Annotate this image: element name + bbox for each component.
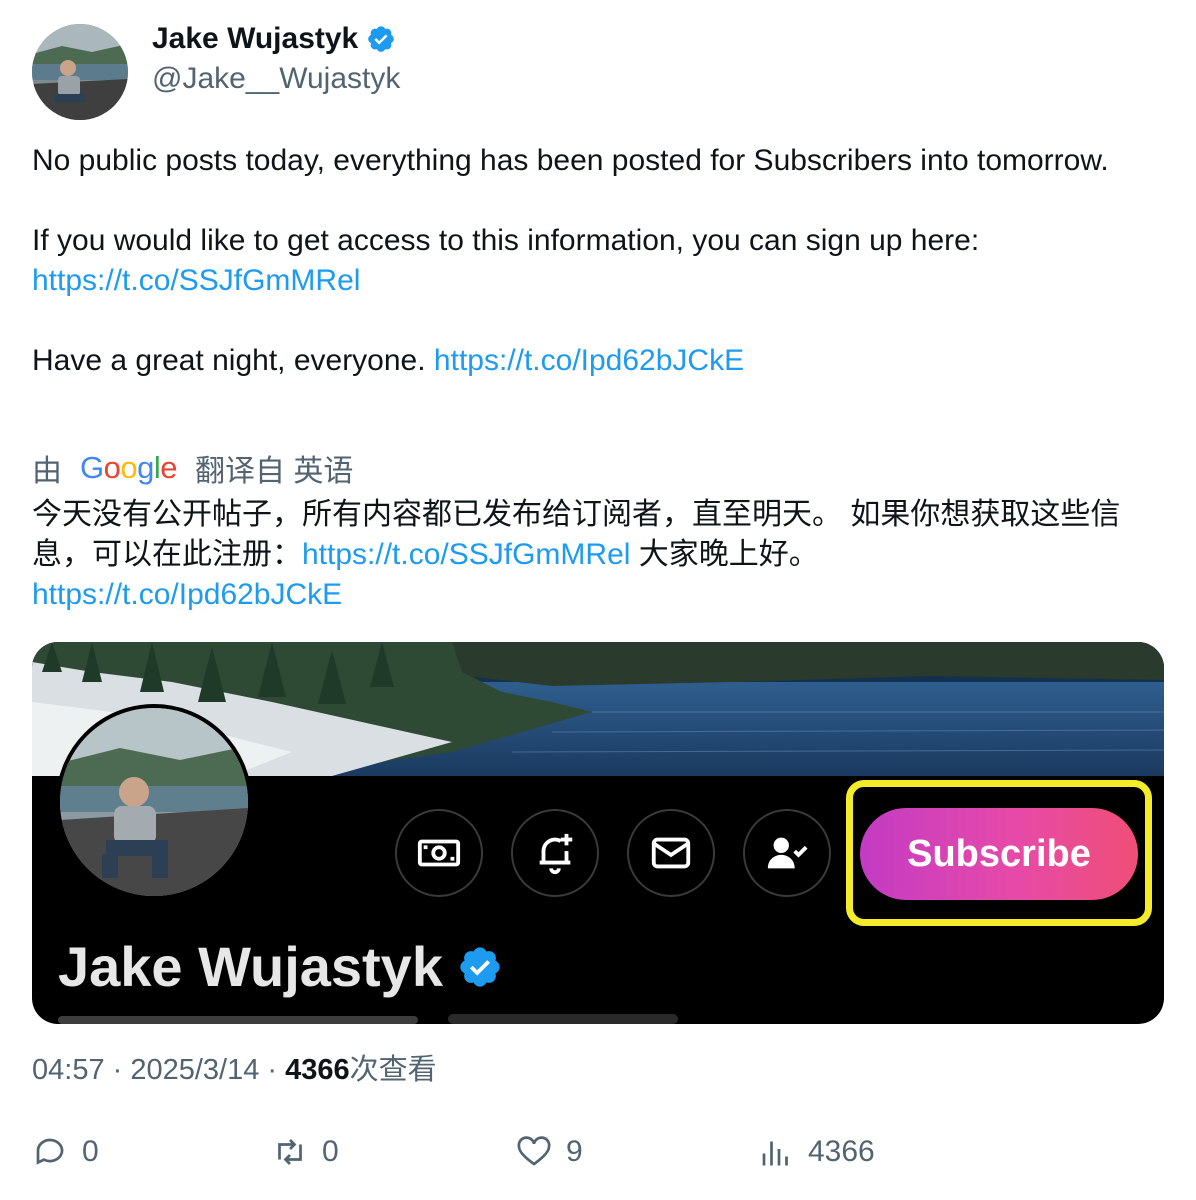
action-bar: 0 0 9 4366 bbox=[32, 1134, 1164, 1178]
message-button[interactable] bbox=[627, 809, 715, 897]
profile-avatar bbox=[56, 704, 252, 900]
notify-button[interactable] bbox=[511, 809, 599, 897]
subscribe-button[interactable]: Subscribe bbox=[860, 808, 1138, 900]
post-meta: 04:57 · 2025/3/14 · 4366次查看 bbox=[32, 1054, 437, 1086]
translation-prefix: 由 bbox=[32, 455, 62, 488]
translation-attribution[interactable]: 由 Google 翻译自 英语 bbox=[32, 446, 353, 490]
repost-button[interactable]: 0 bbox=[272, 1134, 339, 1170]
analytics-icon bbox=[762, 1141, 788, 1166]
author-handle[interactable]: @Jake__Wujastyk bbox=[152, 62, 400, 96]
post-text: No public posts today, everything has be… bbox=[32, 141, 1164, 381]
like-count: 9 bbox=[566, 1135, 583, 1168]
views-count-action: 4366 bbox=[808, 1135, 875, 1168]
post-line-2: If you would like to get access to this … bbox=[32, 224, 980, 257]
google-logo-icon: Google bbox=[80, 450, 178, 485]
translation-text-2: 大家晚上好。 bbox=[630, 538, 819, 571]
signup-link[interactable]: https://t.co/SSJfGmMRel bbox=[32, 264, 360, 297]
verified-badge-icon bbox=[368, 26, 395, 52]
repost-count: 0 bbox=[322, 1135, 339, 1168]
reply-count: 0 bbox=[82, 1135, 99, 1168]
views-count: 4366 bbox=[285, 1054, 350, 1086]
reply-icon bbox=[36, 1138, 64, 1165]
author-name[interactable]: Jake Wujastyk bbox=[152, 22, 358, 56]
post-image[interactable]: Subscribe Jake Wujastyk bbox=[32, 642, 1164, 1024]
views-button[interactable]: 4366 bbox=[758, 1134, 875, 1170]
profile-name-text: Jake Wujastyk bbox=[58, 935, 443, 998]
translation-suffix: 翻译自 英语 bbox=[195, 455, 354, 488]
repost-icon bbox=[278, 1139, 302, 1165]
translation-signup-link[interactable]: https://t.co/SSJfGmMRel bbox=[302, 538, 630, 571]
following-button[interactable] bbox=[743, 809, 831, 897]
post-line-3: Have a great night, everyone. bbox=[32, 344, 426, 377]
translation-media-link[interactable]: https://t.co/Ipd62bJCkE bbox=[32, 578, 342, 611]
author-avatar[interactable] bbox=[32, 24, 128, 120]
translated-text: 今天没有公开帖子，所有内容都已发布给订阅者，直至明天。 如果你想获取这些信息，可… bbox=[32, 495, 1172, 615]
tip-button[interactable] bbox=[395, 809, 483, 897]
views-label: 次查看 bbox=[349, 1054, 437, 1086]
post-date[interactable]: 2025/3/14 bbox=[130, 1054, 259, 1086]
person-check-icon bbox=[767, 837, 808, 869]
author-name-row[interactable]: Jake Wujastyk bbox=[152, 22, 396, 56]
reply-button[interactable]: 0 bbox=[32, 1134, 99, 1170]
verified-badge-icon bbox=[460, 946, 500, 987]
post-time[interactable]: 04:57 bbox=[32, 1054, 105, 1086]
profile-name: Jake Wujastyk bbox=[58, 934, 503, 999]
money-icon bbox=[417, 839, 461, 867]
mail-icon bbox=[651, 837, 691, 869]
post-line-1: No public posts today, everything has be… bbox=[32, 144, 1109, 177]
cropped-handle-row bbox=[58, 1014, 678, 1024]
bell-plus-icon bbox=[539, 833, 573, 875]
heart-icon bbox=[517, 1136, 551, 1166]
like-button[interactable]: 9 bbox=[516, 1134, 583, 1170]
media-link[interactable]: https://t.co/Ipd62bJCkE bbox=[434, 344, 744, 377]
